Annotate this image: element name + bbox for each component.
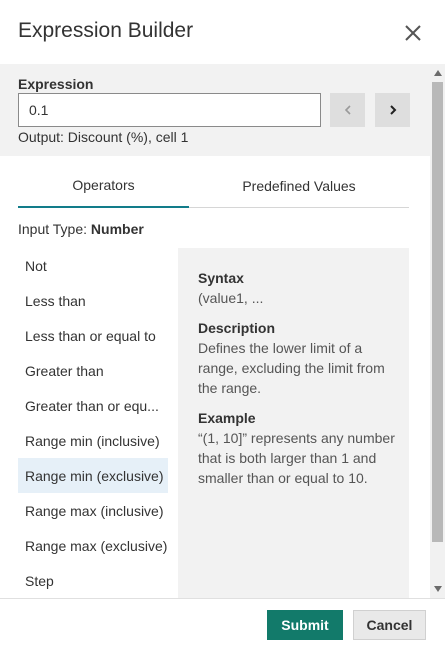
scroll-down-button[interactable] — [430, 582, 445, 596]
dialog-title: Expression Builder — [18, 19, 194, 42]
operator-item-step[interactable]: Step — [18, 563, 168, 598]
operator-item-range-max-inclusive[interactable]: Range max (inclusive) — [18, 493, 168, 528]
operator-list: Not Less than Less than or equal to Grea… — [18, 248, 168, 598]
dialog-content: Expression Output: Discount (%), cell 1 … — [0, 64, 430, 598]
dialog-footer: Submit Cancel — [0, 598, 445, 648]
scroll-thumb[interactable] — [432, 82, 443, 542]
expression-builder-dialog: Expression Builder Expression Output: Di — [0, 0, 445, 648]
operator-item-range-min-inclusive[interactable]: Range min (inclusive) — [18, 423, 168, 458]
description-block: Description Defines the lower limit of a… — [198, 318, 398, 398]
dialog-header: Expression Builder — [0, 0, 445, 64]
output-text: Output: Discount (%), cell 1 — [18, 129, 189, 145]
operator-item-less-than[interactable]: Less than — [18, 283, 168, 318]
example-block: Example “(1, 10]” represents any number … — [198, 408, 398, 488]
example-heading: Example — [198, 410, 256, 426]
scroll-up-arrow-icon — [433, 70, 442, 76]
operator-item-greater-than-or-equal[interactable]: Greater than or equ... — [18, 388, 168, 423]
input-type-line: Input Type: Number — [18, 221, 144, 237]
operator-item-not[interactable]: Not — [18, 248, 168, 283]
scroll-up-button[interactable] — [430, 66, 445, 80]
tab-bar: Operators Predefined Values — [18, 164, 409, 208]
operator-item-range-max-exclusive[interactable]: Range max (exclusive) — [18, 528, 168, 563]
operator-item-greater-than[interactable]: Greater than — [18, 353, 168, 388]
submit-button[interactable]: Submit — [267, 610, 343, 640]
expression-label: Expression — [18, 76, 94, 92]
input-type-value: Number — [90, 221, 144, 237]
previous-button[interactable] — [330, 93, 365, 127]
chevron-left-icon — [344, 105, 351, 115]
syntax-text: (value1, ... — [198, 290, 264, 306]
cancel-button[interactable]: Cancel — [353, 610, 426, 640]
operator-item-less-than-or-equal[interactable]: Less than or equal to — [18, 318, 168, 353]
description-text: Defines the lower limit of a range, excl… — [198, 340, 385, 396]
tab-operators[interactable]: Operators — [18, 164, 189, 208]
syntax-heading: Syntax — [198, 270, 244, 286]
tab-predefined-values[interactable]: Predefined Values — [189, 164, 409, 208]
operator-detail-panel: Syntax (value1, ... Description Defines … — [178, 248, 409, 598]
syntax-block: Syntax (value1, ... — [198, 268, 398, 308]
chevron-right-icon — [389, 105, 396, 115]
expression-input[interactable] — [18, 93, 321, 127]
description-heading: Description — [198, 320, 276, 336]
next-button[interactable] — [375, 93, 410, 127]
expression-section: Expression Output: Discount (%), cell 1 — [0, 64, 430, 156]
scroll-down-arrow-icon — [433, 586, 442, 592]
close-icon — [405, 25, 421, 41]
example-text: “(1, 10]” represents any number that is … — [198, 430, 395, 486]
close-button[interactable] — [400, 20, 426, 46]
vertical-scrollbar[interactable] — [430, 64, 445, 598]
operator-item-range-min-exclusive[interactable]: Range min (exclusive) — [18, 458, 168, 493]
input-type-label: Input Type: — [18, 221, 88, 237]
